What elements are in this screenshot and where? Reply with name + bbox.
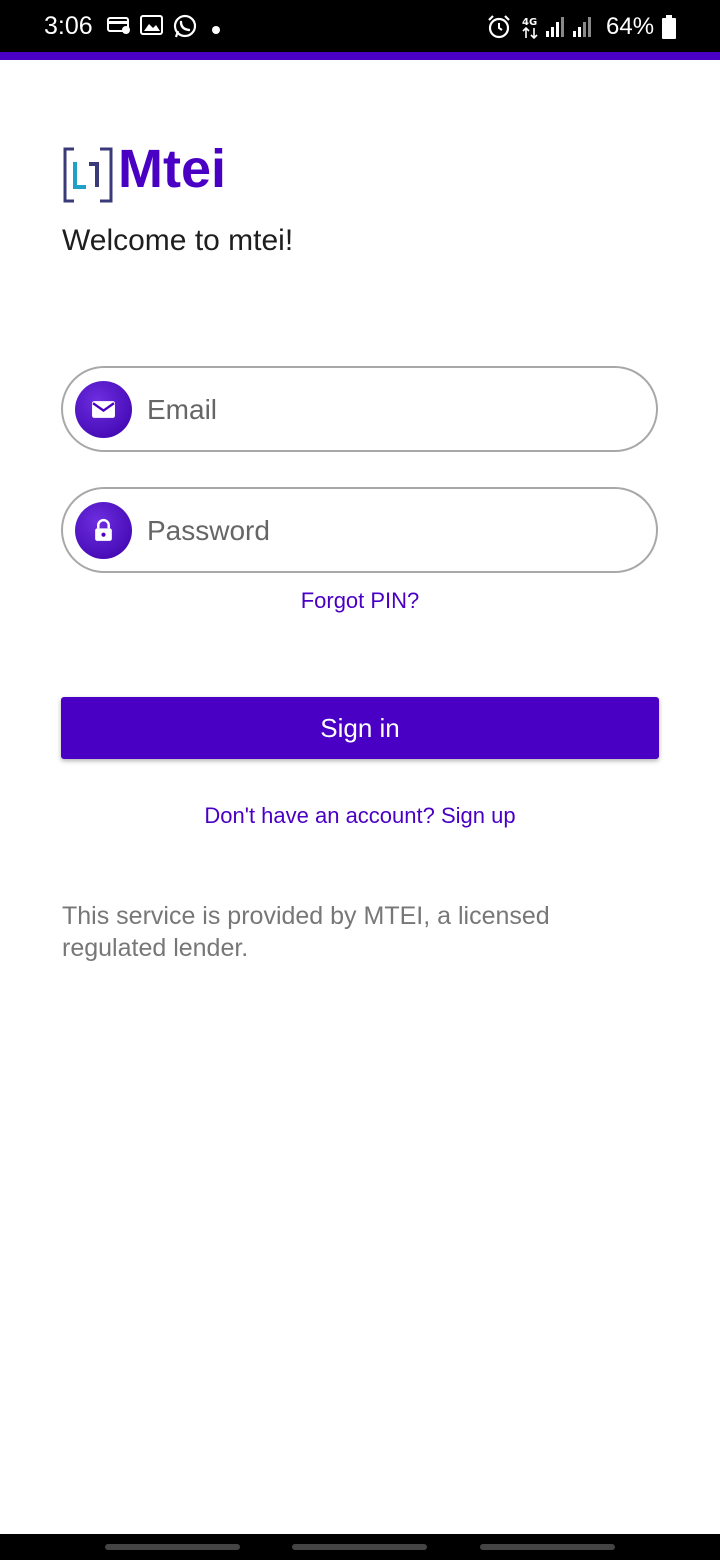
nav-back-button[interactable] xyxy=(480,1544,615,1550)
password-input[interactable] xyxy=(147,509,637,553)
nav-home-button[interactable] xyxy=(292,1544,427,1550)
email-field[interactable] xyxy=(61,366,658,452)
system-nav-bar xyxy=(0,1534,720,1560)
logo-text: Mtei xyxy=(118,139,226,199)
mail-icon xyxy=(75,381,132,438)
top-accent-bar xyxy=(0,52,720,60)
payment-icon xyxy=(106,14,132,41)
logo-mark-icon xyxy=(62,146,114,209)
signal-icon xyxy=(545,16,567,43)
login-screen: 3:06 4G 64% Mtei Welcome to mtei! Email … xyxy=(0,0,720,1560)
svg-text:4G: 4G xyxy=(522,17,537,28)
status-bar: 3:06 4G 64% xyxy=(0,0,720,52)
email-input[interactable] xyxy=(147,388,637,432)
alarm-icon xyxy=(486,14,512,45)
forgot-pin-link[interactable]: Forgot PIN? xyxy=(0,588,720,614)
sign-in-button[interactable]: Sign in xyxy=(61,697,659,759)
4g-icon: 4G xyxy=(520,14,540,45)
welcome-heading: Welcome to mtei! xyxy=(62,224,294,257)
password-field[interactable] xyxy=(61,487,658,573)
nav-recents-button[interactable] xyxy=(105,1544,240,1550)
dot-icon xyxy=(211,22,221,40)
disclaimer-text: This service is provided by MTEI, a lice… xyxy=(62,902,550,962)
whatsapp-icon xyxy=(172,14,198,45)
battery-icon xyxy=(662,15,676,44)
app-logo: Mtei xyxy=(62,139,262,204)
image-icon xyxy=(140,14,164,41)
signal-icon xyxy=(572,16,594,43)
sign-up-link[interactable]: Don't have an account? Sign up xyxy=(0,803,720,829)
lock-icon xyxy=(75,502,132,559)
battery-percent: 64% xyxy=(606,13,655,40)
status-time: 3:06 xyxy=(44,12,93,40)
